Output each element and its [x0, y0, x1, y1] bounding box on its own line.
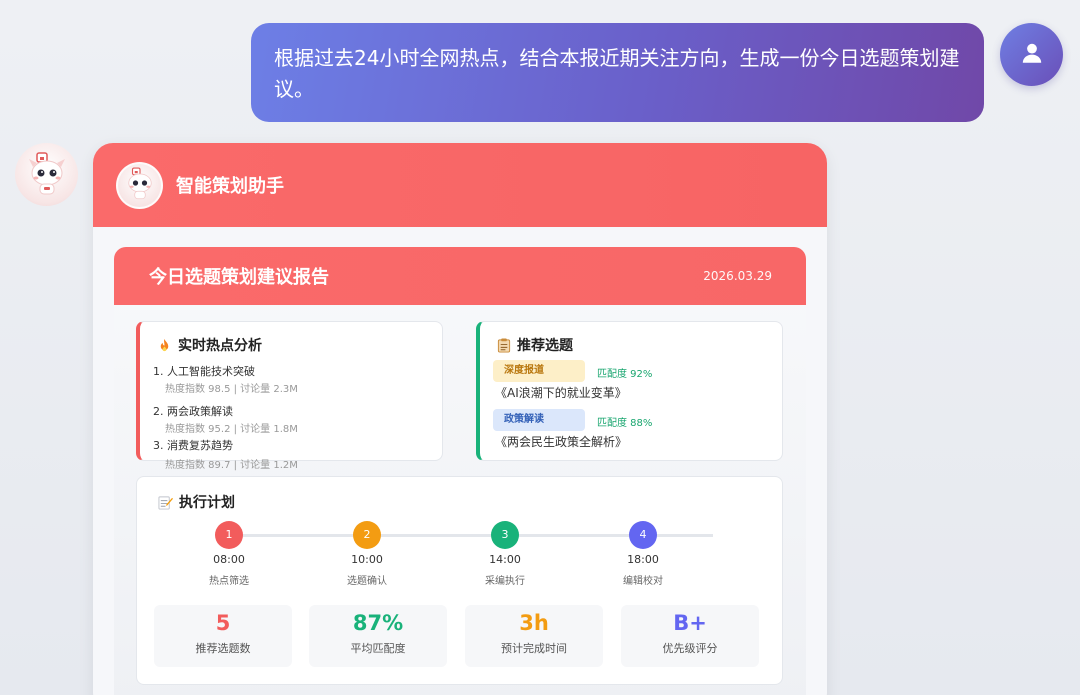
report-card: 今日选题策划建议报告 2026.03.29 实时热点分析 1. 人工智能技术突破…: [114, 247, 806, 695]
topic-tag-badge: 深度报道: [493, 360, 585, 382]
user-message-text: 根据过去24小时全网热点，结合本报近期关注方向，生成一份今日选题策划建议。: [274, 46, 960, 101]
step-marker: 4: [629, 521, 657, 549]
hot-topic-meta: 热度指数 95.2 | 讨论量 1.8M: [165, 424, 298, 435]
step-label: 热点筛选: [209, 576, 249, 587]
recommended-topics-title: 推荐选题: [497, 335, 573, 355]
stat-card: 3h 预计完成时间: [465, 605, 603, 667]
step-marker: 3: [491, 521, 519, 549]
memo-icon: [158, 495, 173, 510]
execution-plan-panel: 执行计划 1 08:00 热点筛选 2 10:00 选题确认 3 14:00 采…: [136, 476, 783, 685]
stat-card: 87% 平均匹配度: [309, 605, 447, 667]
step-time: 10:00: [351, 553, 383, 566]
stat-card: 5 推荐选题数: [154, 605, 292, 667]
stat-label: 平均匹配度: [350, 642, 406, 655]
assistant-header: 智能策划助手: [93, 143, 827, 227]
hot-topic-item[interactable]: 3. 消费复苏趋势: [153, 437, 233, 453]
user-avatar: [1000, 23, 1063, 86]
user-icon: [1019, 40, 1045, 70]
robot-icon: [23, 149, 71, 201]
step-time: 18:00: [627, 553, 659, 566]
step-label: 编辑校对: [623, 576, 663, 587]
assistant-message-card: 智能策划助手 今日选题策划建议报告 2026.03.29 实时热点分析 1. 人…: [93, 143, 827, 695]
report-header: 今日选题策划建议报告 2026.03.29: [114, 247, 806, 305]
recommended-topic-name[interactable]: 《AI浪潮下的就业变革》: [495, 384, 627, 401]
assistant-name: 智能策划助手: [176, 176, 284, 197]
fire-icon: [157, 338, 172, 353]
hot-topics-panel: 实时热点分析 1. 人工智能技术突破 热度指数 98.5 | 讨论量 2.3M …: [136, 321, 443, 471]
step-marker: 2: [353, 521, 381, 549]
clipboard-icon: [497, 337, 511, 353]
stat-card: B+ 优先级评分: [621, 605, 759, 667]
hot-topic-meta: 热度指数 98.5 | 讨论量 2.3M: [165, 384, 298, 395]
hot-topic-item[interactable]: 2. 两会政策解读: [153, 403, 233, 419]
execution-plan-title: 执行计划: [158, 492, 235, 512]
topic-tag-badge: 政策解读: [493, 409, 585, 431]
stat-value: B+: [673, 611, 707, 635]
robot-icon: [122, 165, 158, 205]
recommended-topic-name[interactable]: 《两会民生政策全解析》: [495, 433, 627, 450]
stat-label: 优先级评分: [662, 642, 718, 655]
step-time: 14:00: [489, 553, 521, 566]
recommended-topics-panel: 推荐选题 深度报道 匹配度 92% 《AI浪潮下的就业变革》 政策解读 匹配度 …: [476, 321, 783, 461]
hot-topics-title: 实时热点分析: [157, 335, 262, 355]
step-label: 采编执行: [485, 576, 525, 587]
stat-value: 87%: [352, 611, 404, 635]
step-marker: 1: [215, 521, 243, 549]
assistant-avatar: [15, 143, 78, 206]
report-title: 今日选题策划建议报告: [149, 267, 329, 288]
user-message-bubble: 根据过去24小时全网热点，结合本报近期关注方向，生成一份今日选题策划建议。: [251, 23, 984, 122]
step-label: 选题确认: [347, 576, 387, 587]
step-time: 08:00: [213, 553, 245, 566]
stat-value: 5: [215, 611, 231, 635]
match-score: 匹配度 88%: [597, 418, 653, 429]
hot-topic-item[interactable]: 1. 人工智能技术突破: [153, 363, 255, 379]
stat-label: 推荐选题数: [195, 642, 251, 655]
stat-label: 预计完成时间: [501, 642, 567, 655]
stat-value: 3h: [519, 611, 549, 635]
assistant-header-avatar: [116, 161, 163, 209]
hot-topic-meta: 热度指数 89.7 | 讨论量 1.2M: [165, 460, 298, 471]
match-score: 匹配度 92%: [597, 369, 653, 380]
report-date: 2026.03.29: [703, 269, 772, 283]
